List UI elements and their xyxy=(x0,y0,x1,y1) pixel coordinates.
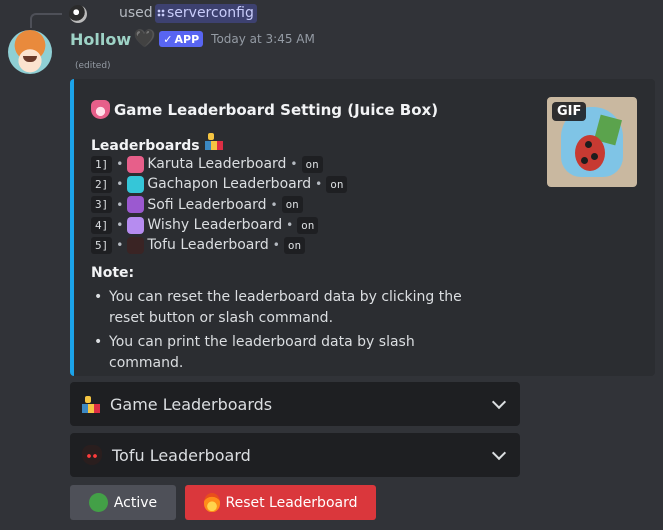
fox-icon xyxy=(91,100,110,119)
leaderboard-index: 3] xyxy=(91,196,113,214)
separator: • xyxy=(116,157,124,172)
thumbnail-ladybug xyxy=(575,135,605,171)
leaderboard-row: 2] • Gachapon Leaderboard • on xyxy=(91,174,348,194)
select-tofu-leaderboard[interactable]: Tofu Leaderboard xyxy=(70,433,520,477)
note-item: You can reset the leaderboard data by cl… xyxy=(91,287,491,329)
select-game-leaderboards[interactable]: Game Leaderboards xyxy=(70,382,520,426)
reply-avatar[interactable] xyxy=(69,5,87,23)
slash-command-icon xyxy=(157,9,165,17)
note-item: You can print the leaderboard data by sl… xyxy=(91,332,491,374)
separator: • xyxy=(270,197,278,212)
username[interactable]: Hollow xyxy=(70,30,131,49)
embed-title-text: Game Leaderboard Setting (Juice Box) xyxy=(114,100,439,119)
select-label: Game Leaderboards xyxy=(110,394,273,414)
leaderboard-row: 3] • Sofi Leaderboard • on xyxy=(91,195,347,215)
edited-label: (edited) xyxy=(75,61,111,71)
tofu-icon xyxy=(82,445,102,465)
reply-connector xyxy=(30,13,62,28)
leaderboards-heading: Leaderboards xyxy=(91,132,223,154)
separator: • xyxy=(272,238,280,253)
app-badge-label: APP xyxy=(174,32,200,46)
app-badge: ✓ APP xyxy=(159,31,204,47)
gif-badge: GIF xyxy=(552,102,587,121)
leaderboard-row: 1] • Karuta Leaderboard • on xyxy=(91,154,347,174)
leaderboard-row: 4] • Wishy Leaderboard • on xyxy=(91,215,347,235)
active-button-label: Active xyxy=(113,494,158,511)
leaderboard-status: on xyxy=(297,216,319,234)
leaderboard-list: 1] • Karuta Leaderboard • on 2] • Gachapon Lead… xyxy=(91,154,348,255)
leaderboard-name: Tofu Leaderboard xyxy=(147,237,269,254)
embed-thumbnail[interactable]: GIF xyxy=(547,97,637,187)
leaderboard-name: Sofi Leaderboard xyxy=(147,196,267,213)
chevron-down-icon[interactable] xyxy=(491,394,507,409)
reply-command-mention[interactable]: serverconfig xyxy=(155,4,257,23)
leaderboard-name: Gachapon Leaderboard xyxy=(147,176,312,193)
separator: • xyxy=(315,177,323,192)
sofi-icon xyxy=(127,196,145,214)
karuta-icon xyxy=(127,155,145,173)
reset-button-label: Reset Leaderboard xyxy=(225,494,358,511)
separator: • xyxy=(116,177,124,192)
leaderboard-status: on xyxy=(283,236,306,254)
separator: • xyxy=(116,238,124,253)
reply-used-text: used xyxy=(119,5,153,21)
leaderboard-row: 5] • Tofu Leaderboard • on xyxy=(91,235,347,255)
leaderboard-index: 5] xyxy=(91,236,113,254)
embed: Game Leaderboard Setting (Juice Box) GIF… xyxy=(70,79,655,376)
leaderboard-status: on xyxy=(326,175,348,193)
embed-title: Game Leaderboard Setting (Juice Box) xyxy=(91,100,438,119)
leaderboard-index: 4] xyxy=(91,216,113,234)
note-title: Note: xyxy=(91,265,135,281)
heart-icon: 🖤 xyxy=(134,29,156,49)
leaderboard-index: 1] xyxy=(91,155,113,173)
trophy-icon xyxy=(82,395,100,413)
separator: • xyxy=(286,218,294,233)
leaderboard-name: Wishy Leaderboard xyxy=(147,217,283,234)
select-label: Tofu Leaderboard xyxy=(112,445,251,465)
green-circle-icon xyxy=(88,493,108,512)
timestamp[interactable]: Today at 3:45 AM xyxy=(211,32,315,46)
tofu-icon xyxy=(127,236,145,254)
note-list: You can reset the leaderboard data by cl… xyxy=(91,287,491,377)
trophy-icon xyxy=(204,132,223,150)
leaderboards-heading-text: Leaderboards xyxy=(91,138,200,154)
gachapon-icon xyxy=(127,175,145,193)
separator: • xyxy=(290,157,298,172)
wishy-icon xyxy=(127,216,145,234)
leaderboard-status: on xyxy=(301,155,323,173)
reset-leaderboard-button[interactable]: Reset Leaderboard xyxy=(185,485,376,520)
fire-icon xyxy=(203,493,220,512)
verified-check-icon: ✓ xyxy=(163,32,173,46)
chevron-down-icon[interactable] xyxy=(491,445,507,460)
active-button[interactable]: Active xyxy=(70,485,176,520)
reply-command-label: serverconfig xyxy=(167,5,254,21)
message-header: Hollow 🖤 ✓ APP Today at 3:45 AM xyxy=(70,29,315,49)
leaderboard-status: on xyxy=(281,196,303,214)
leaderboard-index: 2] xyxy=(91,175,113,193)
separator: • xyxy=(116,218,124,233)
avatar[interactable] xyxy=(8,30,52,74)
separator: • xyxy=(116,197,124,212)
leaderboard-name: Karuta Leaderboard xyxy=(147,156,287,173)
